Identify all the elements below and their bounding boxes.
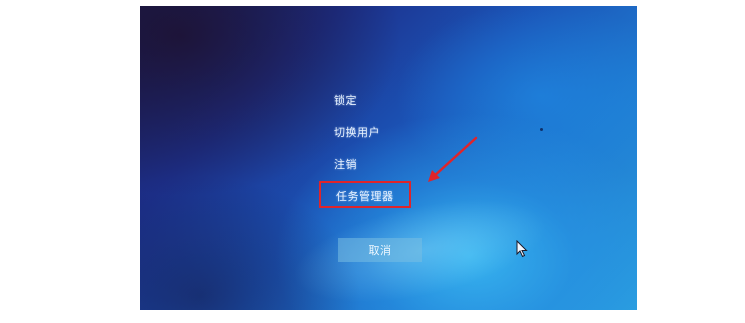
secure-attention-screen-photo: 锁定 切换用户 注销 任务管理器 取消 — [140, 6, 637, 310]
menu-item-sign-out[interactable]: 注销 — [334, 156, 357, 172]
cancel-button[interactable]: 取消 — [338, 238, 422, 262]
red-arrow-annotation-icon — [428, 136, 478, 182]
dark-vignette — [140, 6, 637, 310]
screen-speck — [540, 128, 543, 131]
mouse-pointer-icon — [516, 240, 528, 258]
menu-item-switch-user[interactable]: 切换用户 — [334, 124, 380, 140]
menu-item-task-manager[interactable]: 任务管理器 — [336, 188, 394, 204]
menu-item-lock[interactable]: 锁定 — [334, 92, 357, 108]
